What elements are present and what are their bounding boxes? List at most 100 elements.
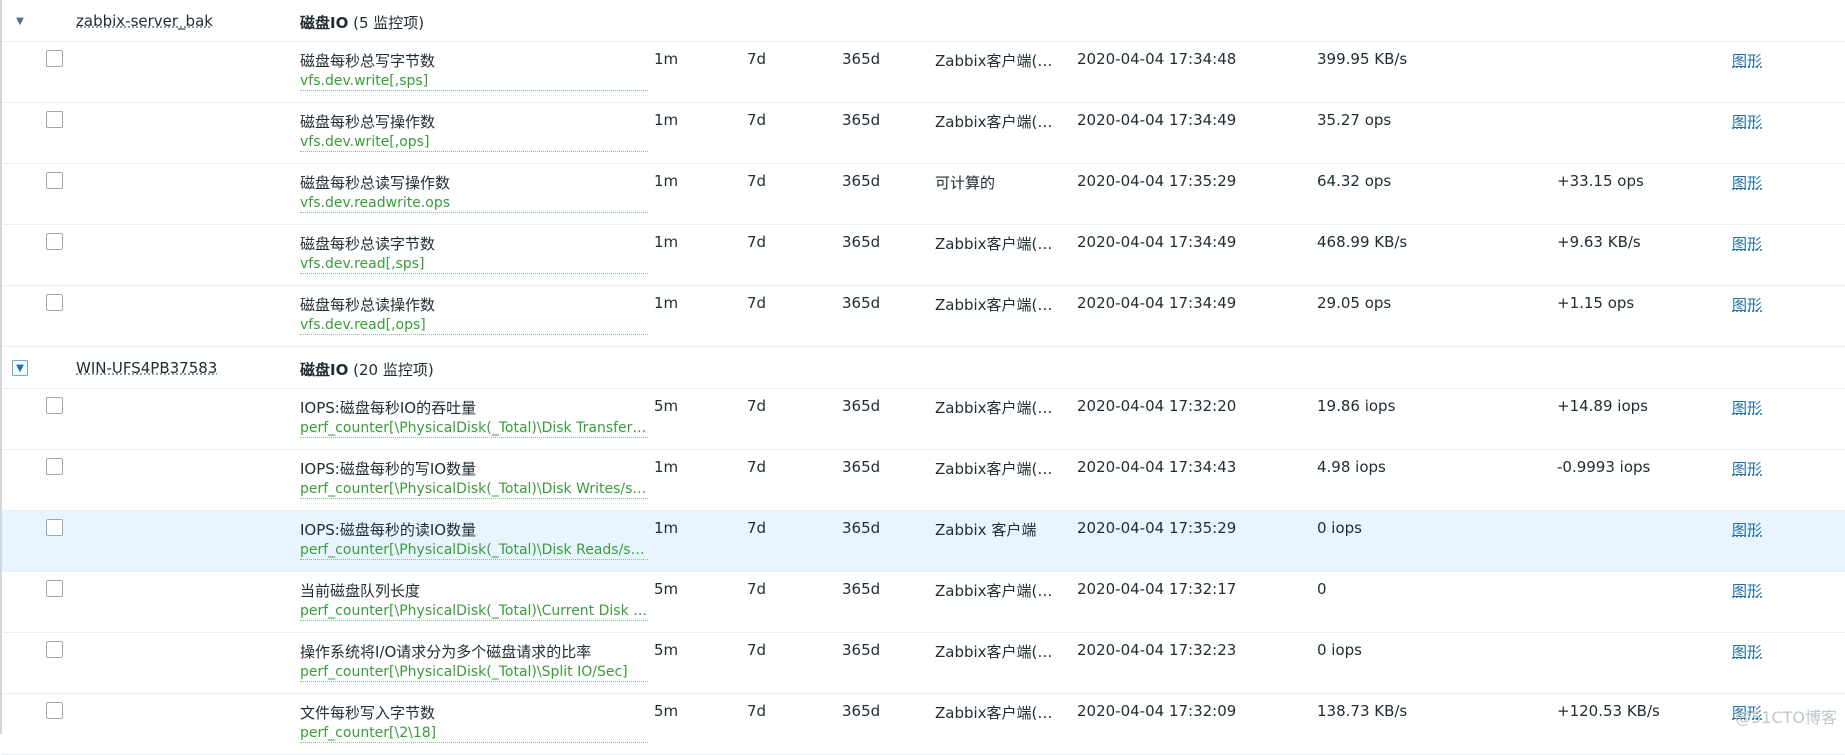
row-checkbox[interactable] <box>46 641 63 658</box>
item-history: 7d <box>747 458 766 476</box>
application-name: 磁盘IO <box>300 361 348 379</box>
host-name-link[interactable]: WIN-UFS4PB37583 <box>76 359 217 377</box>
graph-link[interactable]: 图形 <box>1732 294 1762 315</box>
item-history: 7d <box>747 50 766 68</box>
application-item-count: (20 监控项) <box>353 361 434 379</box>
application-name: 磁盘IO <box>300 14 348 32</box>
item-trends: 365d <box>842 111 880 129</box>
item-history: 7d <box>747 294 766 312</box>
row-checkbox[interactable] <box>46 580 63 597</box>
item-type: Zabbix 客户端 <box>935 519 1065 540</box>
item-last-value: 64.32 ops <box>1317 172 1391 190</box>
collapse-toggle-icon[interactable]: ▼ <box>12 360 28 376</box>
item-last-value: 0 iops <box>1317 519 1362 537</box>
item-interval: 5m <box>654 397 678 415</box>
item-last-value: 35.27 ops <box>1317 111 1391 129</box>
application-label: 磁盘IO (5 监控项) <box>300 12 424 33</box>
item-last-check: 2020-04-04 17:34:43 <box>1077 458 1236 476</box>
item-last-check: 2020-04-04 17:35:29 <box>1077 172 1236 190</box>
item-name: 当前磁盘队列长度 <box>300 580 648 601</box>
item-trends: 365d <box>842 172 880 190</box>
item-history: 7d <box>747 111 766 129</box>
table-row: 磁盘每秒总读写操作数vfs.dev.readwrite.ops1m7d365d可… <box>2 164 1845 225</box>
table-row: IOPS:磁盘每秒的写IO数量perf_counter[\PhysicalDis… <box>2 450 1845 511</box>
item-change: -0.9993 iops <box>1557 458 1650 476</box>
item-key: vfs.dev.write[,sps] <box>300 73 648 91</box>
application-label: 磁盘IO (20 监控项) <box>300 359 434 380</box>
row-checkbox[interactable] <box>46 519 63 536</box>
item-interval: 5m <box>654 641 678 659</box>
item-type: Zabbix客户端(主... <box>935 294 1065 315</box>
host-name-link[interactable]: zabbix-server_bak <box>76 12 213 30</box>
item-change: +120.53 KB/s <box>1557 702 1660 720</box>
item-key: perf_counter[\PhysicalDisk(_Total)\Disk … <box>300 420 648 438</box>
item-history: 7d <box>747 519 766 537</box>
item-history: 7d <box>747 580 766 598</box>
item-last-value: 399.95 KB/s <box>1317 50 1407 68</box>
item-name: IOPS:磁盘每秒的读IO数量 <box>300 519 648 540</box>
item-type: Zabbix客户端(主... <box>935 702 1065 723</box>
item-interval: 1m <box>654 172 678 190</box>
item-trends: 365d <box>842 580 880 598</box>
row-checkbox[interactable] <box>46 458 63 475</box>
item-interval: 1m <box>654 50 678 68</box>
item-name: 磁盘每秒总写操作数 <box>300 111 648 132</box>
item-name: 操作系统将I/O请求分为多个磁盘请求的比率 <box>300 641 648 662</box>
row-checkbox[interactable] <box>46 111 63 128</box>
graph-link[interactable]: 图形 <box>1732 641 1762 662</box>
table-row: 操作系统将I/O请求分为多个磁盘请求的比率perf_counter[\Physi… <box>2 633 1845 694</box>
graph-link[interactable]: 图形 <box>1732 233 1762 254</box>
item-change: +1.15 ops <box>1557 294 1634 312</box>
item-trends: 365d <box>842 641 880 659</box>
item-last-value: 4.98 iops <box>1317 458 1386 476</box>
item-name: 磁盘每秒总写字节数 <box>300 50 648 71</box>
item-last-check: 2020-04-04 17:35:29 <box>1077 519 1236 537</box>
item-type: Zabbix客户端(主... <box>935 580 1065 601</box>
item-interval: 1m <box>654 458 678 476</box>
item-type: 可计算的 <box>935 172 1065 193</box>
graph-link[interactable]: 图形 <box>1732 50 1762 71</box>
item-interval: 1m <box>654 233 678 251</box>
group-row: ▼ zabbix-server_bak 磁盘IO (5 监控项) <box>2 0 1845 42</box>
item-key: perf_counter[\2\18] <box>300 725 648 743</box>
item-type: Zabbix客户端(主... <box>935 111 1065 132</box>
watermark: @51CTO博客 <box>1735 704 1837 728</box>
item-interval: 5m <box>654 702 678 720</box>
item-trends: 365d <box>842 519 880 537</box>
graph-link[interactable]: 图形 <box>1732 519 1762 540</box>
graph-link[interactable]: 图形 <box>1732 111 1762 132</box>
graph-link[interactable]: 图形 <box>1732 458 1762 479</box>
row-checkbox[interactable] <box>46 172 63 189</box>
row-checkbox[interactable] <box>46 702 63 719</box>
graph-link[interactable]: 图形 <box>1732 172 1762 193</box>
item-trends: 365d <box>842 294 880 312</box>
row-checkbox[interactable] <box>46 397 63 414</box>
item-key: perf_counter[\PhysicalDisk(_Total)\Curre… <box>300 603 648 621</box>
table-row: 磁盘每秒总读字节数vfs.dev.read[,sps]1m7d365dZabbi… <box>2 225 1845 286</box>
table-row: 磁盘每秒总写字节数vfs.dev.write[,sps]1m7d365dZabb… <box>2 42 1845 103</box>
graph-link[interactable]: 图形 <box>1732 580 1762 601</box>
row-checkbox[interactable] <box>46 233 63 250</box>
item-last-check: 2020-04-04 17:34:49 <box>1077 233 1236 251</box>
collapse-toggle-icon[interactable]: ▼ <box>12 13 28 29</box>
table-row: 磁盘每秒总写操作数vfs.dev.write[,ops]1m7d365dZabb… <box>2 103 1845 164</box>
item-name: IOPS:磁盘每秒的写IO数量 <box>300 458 648 479</box>
item-key: vfs.dev.read[,ops] <box>300 317 648 335</box>
item-name: IOPS:磁盘每秒IO的吞吐量 <box>300 397 648 418</box>
item-trends: 365d <box>842 50 880 68</box>
item-name: 磁盘每秒总读操作数 <box>300 294 648 315</box>
group-row: ▼ WIN-UFS4PB37583 磁盘IO (20 监控项) <box>2 347 1845 389</box>
item-type: Zabbix客户端(主... <box>935 397 1065 418</box>
item-change: +14.89 iops <box>1557 397 1648 415</box>
graph-link[interactable]: 图形 <box>1732 397 1762 418</box>
item-last-value: 468.99 KB/s <box>1317 233 1407 251</box>
item-type: Zabbix客户端(主... <box>935 233 1065 254</box>
item-name: 磁盘每秒总读字节数 <box>300 233 648 254</box>
item-history: 7d <box>747 702 766 720</box>
row-checkbox[interactable] <box>46 50 63 67</box>
table-row: IOPS:磁盘每秒IO的吞吐量 perf_counter[\PhysicalDis… <box>2 389 1845 450</box>
row-checkbox[interactable] <box>46 294 63 311</box>
table-row: 文件每秒写入字节数perf_counter[\2\18]5m7d365dZabb… <box>2 694 1845 755</box>
item-last-value: 138.73 KB/s <box>1317 702 1407 720</box>
table-row: IOPS:磁盘每秒的读IO数量perf_counter[\PhysicalDis… <box>2 511 1845 572</box>
